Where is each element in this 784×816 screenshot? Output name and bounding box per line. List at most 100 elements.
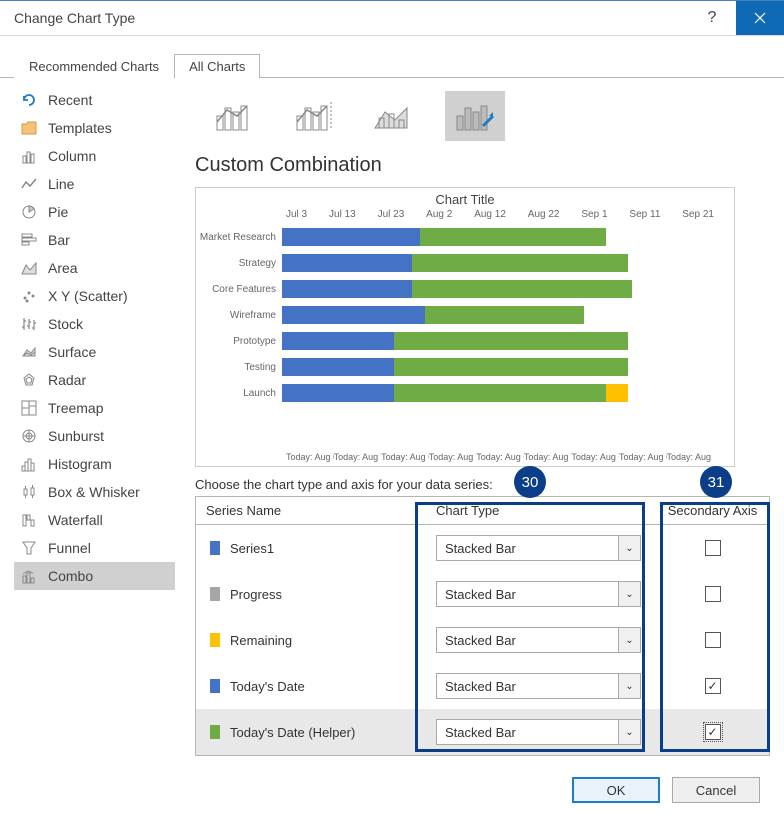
sidebar-item-column[interactable]: Column (14, 142, 175, 170)
tabs-row: Recommended Charts All Charts (0, 50, 784, 78)
sidebar-item-label: Funnel (48, 540, 91, 556)
stock-icon (20, 315, 38, 333)
surface-icon (20, 343, 38, 361)
sidebar-item-radar[interactable]: Radar (14, 366, 175, 394)
chart-type-dropdown[interactable]: Stacked Bar⌄ (436, 627, 641, 653)
subtype-clustered-column-line[interactable] (205, 91, 265, 141)
chart-type-dropdown[interactable]: Stacked Bar⌄ (436, 673, 641, 699)
line-icon (20, 175, 38, 193)
series-table-header: Series Name Chart Type Secondary Axis (196, 497, 769, 525)
chevron-down-icon: ⌄ (618, 536, 640, 560)
sidebar-item-label: Combo (48, 568, 93, 584)
sidebar-item-combo[interactable]: Combo (14, 562, 175, 590)
subtype-custom[interactable] (445, 91, 505, 141)
sidebar-item-label: Bar (48, 232, 70, 248)
sidebar-item-waterfall[interactable]: Waterfall (14, 506, 175, 534)
sidebar: Recent Templates Column Line Pie Bar Are… (0, 78, 175, 764)
tab-all-charts[interactable]: All Charts (174, 54, 260, 78)
waterfall-icon (20, 511, 38, 529)
sidebar-item-bar[interactable]: Bar (14, 226, 175, 254)
dialog-footer: OK Cancel (0, 764, 784, 816)
titlebar: Change Chart Type ? (0, 0, 784, 36)
secondary-axis-checkbox[interactable] (705, 586, 721, 602)
series-swatch (210, 587, 220, 601)
chart-type-dropdown[interactable]: Stacked Bar⌄ (436, 535, 641, 561)
chart-type-dropdown[interactable]: Stacked Bar⌄ (436, 581, 641, 607)
ok-button[interactable]: OK (572, 777, 660, 803)
chart-title: Chart Title (196, 188, 734, 207)
series-swatch (210, 633, 220, 647)
sidebar-item-label: Recent (48, 92, 92, 108)
sidebar-item-pie[interactable]: Pie (14, 198, 175, 226)
sidebar-item-recent[interactable]: Recent (14, 86, 175, 114)
series-row: Progress Stacked Bar⌄ (196, 571, 769, 617)
main: Recent Templates Column Line Pie Bar Are… (0, 78, 784, 764)
series-row: Today's Date (Helper) Stacked Bar⌄ ✓ (196, 709, 769, 755)
choose-label: Choose the chart type and axis for your … (195, 477, 784, 492)
sidebar-item-surface[interactable]: Surface (14, 338, 175, 366)
chart-preview[interactable]: Chart Title Jul 3Jul 13Jul 23Aug 2Aug 12… (195, 187, 735, 467)
help-button[interactable]: ? (688, 1, 736, 35)
sidebar-item-scatter[interactable]: X Y (Scatter) (14, 282, 175, 310)
close-button[interactable] (736, 1, 784, 35)
header-chart-type: Chart Type (426, 497, 656, 524)
sidebar-item-label: Column (48, 148, 96, 164)
chevron-down-icon: ⌄ (618, 582, 640, 606)
header-secondary-axis: Secondary Axis (656, 497, 769, 524)
sidebar-item-sunburst[interactable]: Sunburst (14, 422, 175, 450)
series-row: Remaining Stacked Bar⌄ (196, 617, 769, 663)
sidebar-item-templates[interactable]: Templates (14, 114, 175, 142)
secondary-axis-checkbox[interactable]: ✓ (705, 678, 721, 694)
sidebar-item-label: Box & Whisker (48, 484, 140, 500)
series-name: Today's Date (230, 679, 305, 694)
sidebar-item-label: Histogram (48, 456, 112, 472)
sidebar-item-area[interactable]: Area (14, 254, 175, 282)
sidebar-item-histogram[interactable]: Histogram (14, 450, 175, 478)
sidebar-item-label: Sunburst (48, 428, 104, 444)
chart-type-dropdown[interactable]: Stacked Bar⌄ (436, 719, 641, 745)
chart-footer-labels: Today: Aug 6Today: Aug 6Today: Aug 6Toda… (286, 452, 714, 462)
sunburst-icon (20, 427, 38, 445)
secondary-axis-checkbox[interactable]: ✓ (705, 724, 721, 740)
chart-x-axis: Jul 3Jul 13Jul 23Aug 2Aug 12Aug 22Sep 1S… (196, 207, 734, 220)
close-icon (754, 12, 766, 24)
sidebar-item-stock[interactable]: Stock (14, 310, 175, 338)
box-whisker-icon (20, 483, 38, 501)
chevron-down-icon: ⌄ (618, 720, 640, 744)
series-table: Series Name Chart Type Secondary Axis Se… (195, 496, 770, 756)
sidebar-item-label: Treemap (48, 400, 104, 416)
pie-icon (20, 203, 38, 221)
subtype-stacked-area-column[interactable] (365, 91, 425, 141)
sidebar-item-label: Stock (48, 316, 83, 332)
sidebar-item-label: Line (48, 176, 74, 192)
series-row: Series1 Stacked Bar⌄ (196, 525, 769, 571)
sidebar-item-label: Surface (48, 344, 96, 360)
treemap-icon (20, 399, 38, 417)
subtype-clustered-column-line-secondary[interactable] (285, 91, 345, 141)
section-title: Custom Combination (195, 154, 784, 177)
radar-icon (20, 371, 38, 389)
secondary-axis-checkbox[interactable] (705, 632, 721, 648)
subtype-row (195, 86, 784, 146)
sidebar-item-treemap[interactable]: Treemap (14, 394, 175, 422)
header-series-name: Series Name (196, 497, 426, 524)
series-swatch (210, 541, 220, 555)
funnel-icon (20, 539, 38, 557)
callout-30: 30 (514, 466, 546, 498)
sidebar-item-label: Area (48, 260, 78, 276)
series-name: Series1 (230, 541, 274, 556)
sidebar-item-label: Templates (48, 120, 112, 136)
area-icon (20, 259, 38, 277)
sidebar-item-funnel[interactable]: Funnel (14, 534, 175, 562)
cancel-button[interactable]: Cancel (672, 777, 760, 803)
secondary-axis-checkbox[interactable] (705, 540, 721, 556)
recent-icon (20, 91, 38, 109)
combo-icon (20, 567, 38, 585)
bar-icon (20, 231, 38, 249)
window-title: Change Chart Type (0, 10, 688, 26)
sidebar-item-line[interactable]: Line (14, 170, 175, 198)
scatter-icon (20, 287, 38, 305)
sidebar-item-box-whisker[interactable]: Box & Whisker (14, 478, 175, 506)
content: Custom Combination Chart Title Jul 3Jul … (175, 78, 784, 764)
tab-recommended[interactable]: Recommended Charts (14, 54, 174, 78)
